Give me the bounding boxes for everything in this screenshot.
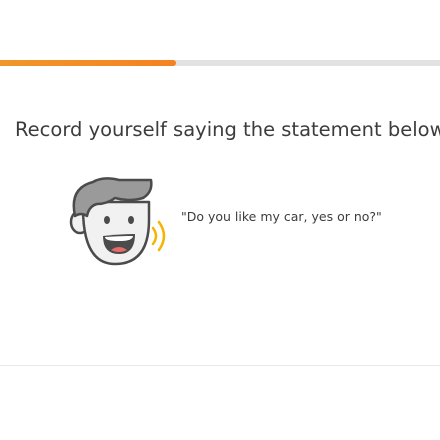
sound-wave-inner xyxy=(151,226,158,246)
lesson-progress-fill xyxy=(0,60,176,66)
speaking-character-icon xyxy=(63,172,173,272)
head-shape xyxy=(81,200,151,266)
right-eye xyxy=(128,216,134,224)
statement-text: "Do you like my car, yes or no?" xyxy=(181,209,382,224)
footer-divider xyxy=(0,365,440,366)
instruction-heading: Record yourself saying the statement bel… xyxy=(15,118,440,141)
sound-wave-outer xyxy=(157,220,166,252)
lesson-progress-bar xyxy=(0,60,440,66)
left-eye xyxy=(104,216,110,224)
